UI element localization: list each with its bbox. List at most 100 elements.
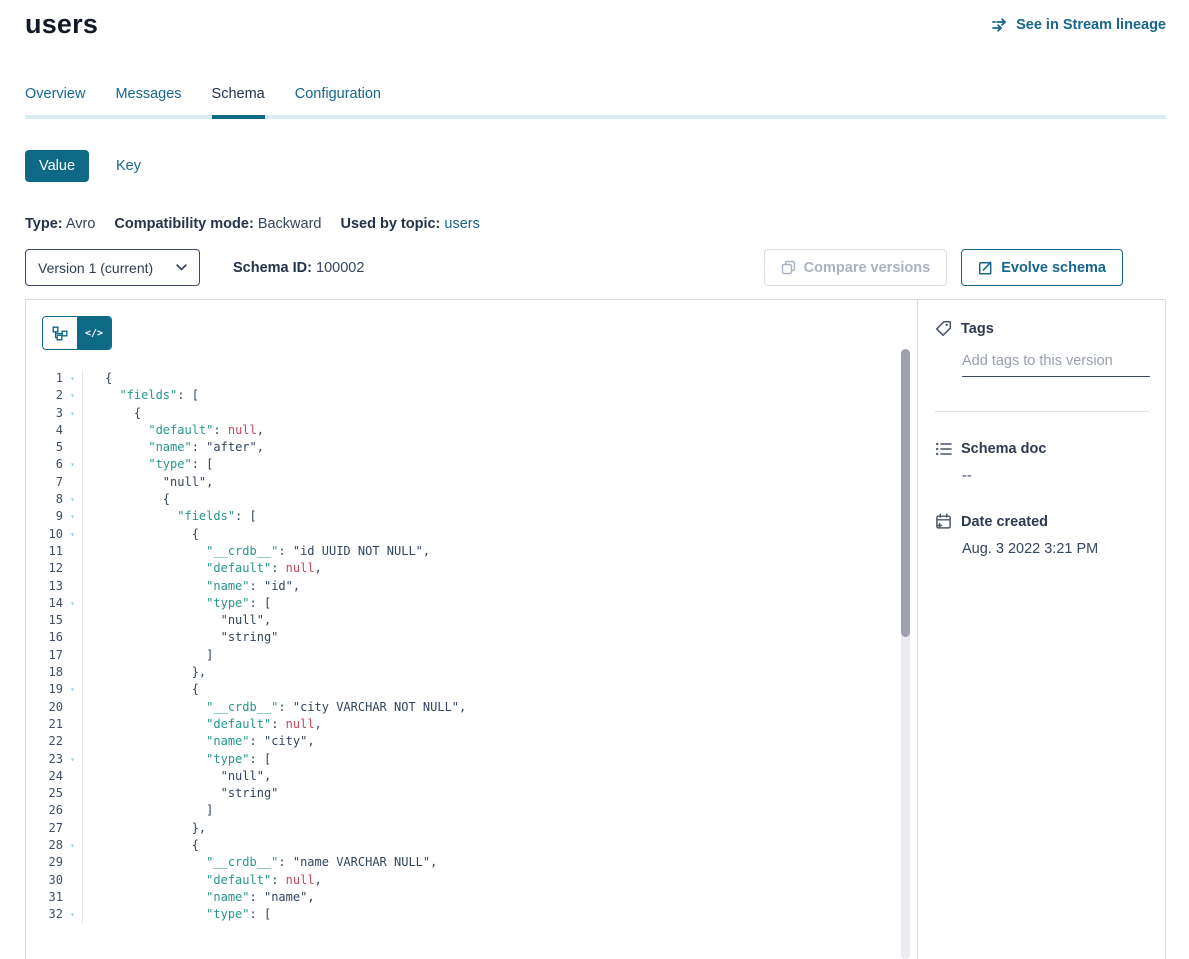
tab-schema[interactable]: Schema xyxy=(212,86,265,115)
date-created-value: Aug. 3 2022 3:21 PM xyxy=(962,541,1149,557)
code-line: 13 "name": "id", xyxy=(26,578,917,595)
topic-label: Used by topic: xyxy=(340,216,440,232)
tab-overview[interactable]: Overview xyxy=(25,86,85,115)
line-number: 15 xyxy=(26,612,63,629)
key-toggle-link[interactable]: Key xyxy=(116,158,141,174)
line-number: 16 xyxy=(26,629,63,646)
code-line: 5 "name": "after", xyxy=(26,439,917,456)
code-view-icon: </> xyxy=(85,328,103,339)
fold-icon[interactable]: ▾ xyxy=(63,906,83,923)
line-number: 18 xyxy=(26,664,63,681)
code-text: "null", xyxy=(83,768,271,785)
fold-icon[interactable]: ▾ xyxy=(63,387,83,404)
evolve-schema-button[interactable]: Evolve schema xyxy=(961,249,1123,286)
tab-configuration[interactable]: Configuration xyxy=(295,86,381,115)
more-options-button[interactable] xyxy=(1136,249,1166,286)
compare-icon xyxy=(781,260,796,275)
fold-icon[interactable]: ▾ xyxy=(63,405,83,422)
fold-icon[interactable]: ▾ xyxy=(63,526,83,543)
code-line: 17 ] xyxy=(26,647,917,664)
line-number: 14 xyxy=(26,595,63,612)
code-text: { xyxy=(83,370,112,387)
schema-id: Schema ID: 100002 xyxy=(233,260,364,276)
editor-scrollbar-track[interactable] xyxy=(901,349,910,959)
code-text: "null", xyxy=(83,612,271,629)
code-line: 4 "default": null, xyxy=(26,422,917,439)
code-text: "default": null, xyxy=(83,560,322,577)
code-text: { xyxy=(83,491,170,508)
line-number: 28 xyxy=(26,837,63,854)
code-text: { xyxy=(83,405,141,422)
list-icon xyxy=(935,441,952,457)
line-number: 4 xyxy=(26,422,63,439)
code-line: 9▾ "fields": [ xyxy=(26,508,917,525)
compat-label: Compatibility mode: xyxy=(114,216,253,232)
fold-icon[interactable]: ▾ xyxy=(63,681,83,698)
see-in-stream-lineage-link[interactable]: See in Stream lineage xyxy=(992,17,1166,33)
tree-view-button[interactable] xyxy=(43,317,77,349)
compare-versions-label: Compare versions xyxy=(804,260,931,276)
fold-spacer xyxy=(63,699,83,716)
code-line: 27 }, xyxy=(26,820,917,837)
fold-icon[interactable]: ▾ xyxy=(63,370,83,387)
code-view-button[interactable]: </> xyxy=(77,317,111,349)
value-toggle-button[interactable]: Value xyxy=(25,150,89,182)
tag-icon xyxy=(935,320,952,337)
fold-icon[interactable]: ▾ xyxy=(63,751,83,768)
fold-icon[interactable]: ▾ xyxy=(63,508,83,525)
code-line: 2▾ "fields": [ xyxy=(26,387,917,404)
line-number: 21 xyxy=(26,716,63,733)
line-number: 8 xyxy=(26,491,63,508)
line-number: 24 xyxy=(26,768,63,785)
code-line: 12 "default": null, xyxy=(26,560,917,577)
code-line: 31 "name": "name", xyxy=(26,889,917,906)
tab-messages[interactable]: Messages xyxy=(115,86,181,115)
schema-doc-section: Schema doc -- xyxy=(935,441,1149,484)
code-text: "type": [ xyxy=(83,751,271,768)
code-text: "type": [ xyxy=(83,456,213,473)
compare-versions-button[interactable]: Compare versions xyxy=(764,249,948,286)
fold-icon[interactable]: ▾ xyxy=(63,595,83,612)
code-text: "string" xyxy=(83,785,278,802)
code-text: "__crdb__": "id UUID NOT NULL", xyxy=(83,543,430,560)
schema-meta: Type: Avro Compatibility mode: Backward … xyxy=(25,216,1166,232)
schema-editor: </> 1▾{2▾ "fields": [3▾ {4 "default": nu… xyxy=(26,300,917,959)
date-created-heading: Date created xyxy=(961,514,1048,530)
line-number: 32 xyxy=(26,906,63,923)
code-text: { xyxy=(83,837,199,854)
fold-icon[interactable]: ▾ xyxy=(63,491,83,508)
topic-tabs: Overview Messages Schema Configuration xyxy=(25,86,1166,119)
code-text: "default": null, xyxy=(83,422,264,439)
code-text: ] xyxy=(83,802,213,819)
code-line: 20 "__crdb__": "city VARCHAR NOT NULL", xyxy=(26,699,917,716)
version-select[interactable]: Version 1 (current) xyxy=(25,249,200,286)
sidebar-divider xyxy=(935,411,1149,412)
fold-spacer xyxy=(63,716,83,733)
type-value: Avro xyxy=(66,216,96,232)
schema-sidebar: Tags Schema doc -- xyxy=(917,300,1165,959)
schema-doc-value: -- xyxy=(962,468,1149,484)
topic-link[interactable]: users xyxy=(444,216,479,232)
code-line: 1▾{ xyxy=(26,370,917,387)
fold-spacer xyxy=(63,785,83,802)
schema-id-value: 100002 xyxy=(316,260,364,276)
fold-spacer xyxy=(63,854,83,871)
schema-panel: </> 1▾{2▾ "fields": [3▾ {4 "default": nu… xyxy=(25,299,1166,959)
code-line: 6▾ "type": [ xyxy=(26,456,917,473)
chevron-down-icon xyxy=(176,264,187,271)
line-number: 26 xyxy=(26,802,63,819)
fold-spacer xyxy=(63,664,83,681)
type-label: Type: xyxy=(25,216,63,232)
fold-icon[interactable]: ▾ xyxy=(63,837,83,854)
code-line: 32▾ "type": [ xyxy=(26,906,917,923)
code-text: "name": "name", xyxy=(83,889,315,906)
tags-input[interactable] xyxy=(962,353,1150,377)
editor-scrollbar-thumb[interactable] xyxy=(901,349,910,637)
code-text: "fields": [ xyxy=(83,508,257,525)
code-line: 24 "null", xyxy=(26,768,917,785)
line-number: 7 xyxy=(26,474,63,491)
fold-spacer xyxy=(63,872,83,889)
date-created-heading-row: Date created xyxy=(935,513,1149,530)
fold-icon[interactable]: ▾ xyxy=(63,456,83,473)
code-line: 26 ] xyxy=(26,802,917,819)
